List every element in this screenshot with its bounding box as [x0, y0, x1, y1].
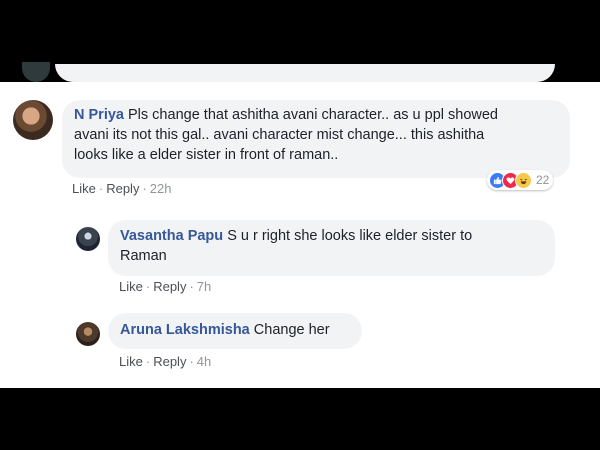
avatar[interactable]	[76, 227, 100, 251]
separator-dot: ·	[98, 181, 104, 196]
avatar[interactable]	[13, 100, 53, 140]
previous-comment-bubble	[55, 64, 555, 82]
avatar[interactable]	[76, 322, 100, 346]
reply-author[interactable]: Aruna Lakshmisha	[120, 322, 250, 338]
reactions-summary[interactable]: 22	[487, 170, 554, 190]
timestamp[interactable]: 22h	[150, 181, 172, 196]
comment-text: Pls change that ashitha avani character.…	[128, 107, 498, 123]
comment-text-line3: looks like a elder sister in front of ra…	[74, 147, 339, 163]
reply-author[interactable]: Vasantha Papu	[120, 228, 223, 244]
reply-text: Change her	[253, 322, 330, 338]
like-link[interactable]: Like	[119, 354, 143, 369]
reply-actions: Like · Reply · 7h	[119, 279, 211, 294]
comment-author[interactable]: N Priya	[74, 107, 124, 123]
comment-actions: Like · Reply · 22h	[72, 181, 172, 196]
comment-text-line2: avani its not this gal.. avani character…	[74, 127, 485, 143]
reply-text: S u r right she looks like elder sister …	[227, 228, 473, 244]
separator-dot: ·	[145, 279, 151, 294]
separator-dot: ·	[189, 279, 194, 294]
reply-text-line2: Raman	[120, 248, 167, 264]
like-link[interactable]: Like	[119, 279, 143, 294]
separator-dot: ·	[145, 354, 151, 369]
reply-bubble: Vasantha Papu S u r right she looks like…	[108, 220, 555, 276]
previous-comment-avatar	[22, 62, 50, 82]
timestamp[interactable]: 7h	[197, 279, 211, 294]
comment-bubble: N Priya Pls change that ashitha avani ch…	[62, 100, 570, 178]
timestamp[interactable]: 4h	[197, 354, 211, 369]
separator-dot: ·	[142, 181, 147, 196]
reaction-count: 22	[536, 173, 550, 187]
haha-reaction-icon	[515, 171, 532, 189]
separator-dot: ·	[189, 354, 194, 369]
like-link[interactable]: Like	[72, 181, 96, 196]
reply-link[interactable]: Reply	[153, 354, 186, 369]
reply-link[interactable]: Reply	[106, 181, 139, 196]
reply-actions: Like · Reply · 4h	[119, 354, 211, 369]
reply-bubble: Aruna Lakshmisha Change her	[108, 313, 362, 349]
reply-link[interactable]: Reply	[153, 279, 186, 294]
